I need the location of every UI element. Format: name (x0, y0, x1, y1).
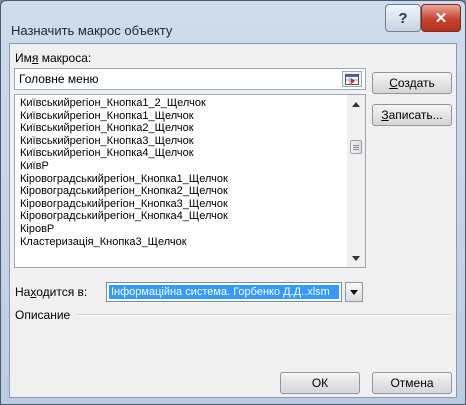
chevron-down-icon (350, 289, 358, 295)
macro-list-item[interactable]: Київськийрегіон_Кнопка2_Щелчок (15, 122, 347, 135)
list-scrollbar[interactable] (347, 95, 365, 267)
title-bar[interactable]: Назначить макрос объекту ? ✕ (1, 1, 465, 43)
macro-list-item[interactable]: Київськийрегіон_Кнопка3_Щелчок (15, 135, 347, 148)
macro-list: Київськийрегіон_Кнопка1_2_Щелчок Київськи… (15, 97, 347, 248)
macros-in-select[interactable]: Інформаційна система. Горбенко Д.Д..xlsm (106, 282, 342, 302)
macro-list-item[interactable]: Кіровоградськийрегіон_Кнопка3_Щелчок (15, 198, 347, 211)
macro-list-item[interactable]: Кіровоградськийрегіон_Кнопка1_Щелчок (15, 173, 347, 186)
ok-button[interactable]: ОК (280, 372, 360, 394)
collapse-dialog-button[interactable] (342, 71, 362, 87)
macro-list-item[interactable]: КиївР (15, 160, 347, 173)
dialog-body: Имя макроса: Головне меню Київськийрегіо… (9, 43, 457, 398)
assign-macro-dialog: Назначить макрос объекту ? ✕ Имя макроса… (0, 0, 466, 405)
description-text (14, 324, 450, 368)
close-icon: ✕ (434, 10, 448, 27)
macro-listbox[interactable]: Київськийрегіон_Кнопка1_2_Щелчок Київськи… (14, 94, 366, 268)
macro-list-item[interactable]: Кіровоградськийрегіон_Кнопка4_Щелчок (15, 210, 347, 223)
cancel-button[interactable]: Отмена (372, 372, 452, 394)
macro-list-item[interactable]: Київськийрегіон_Кнопка1_Щелчок (15, 110, 347, 123)
scroll-down-button[interactable] (347, 249, 365, 267)
create-button[interactable]: Создать (372, 72, 452, 94)
help-button[interactable]: ? (385, 4, 421, 32)
scroll-up-icon (352, 101, 360, 107)
scroll-thumb[interactable] (350, 140, 362, 154)
range-select-icon (345, 73, 359, 85)
macro-list-item[interactable]: Кластеризація_Кнопка3_Щелчок (15, 236, 347, 249)
dialog-title: Назначить макрос объекту (11, 23, 173, 38)
macro-list-item[interactable]: Кіровоградськийрегіон_Кнопка2_Щелчок (15, 185, 347, 198)
description-divider (78, 314, 450, 316)
macros-in-value: Інформаційна система. Горбенко Д.Д..xlsm (109, 285, 339, 299)
close-button[interactable]: ✕ (421, 4, 461, 32)
macro-list-item[interactable]: Київськийрегіон_Кнопка1_2_Щелчок (15, 97, 347, 110)
macro-list-item[interactable]: КіровР (15, 223, 347, 236)
macro-list-item[interactable]: Київськийрегіон_Кнопка4_Щелчок (15, 147, 347, 160)
description-label: Описание (15, 308, 71, 322)
macro-name-input[interactable]: Головне меню (14, 68, 366, 90)
macros-in-dropdown-button[interactable] (345, 282, 363, 302)
record-button[interactable]: Записать... (372, 104, 452, 126)
scroll-down-icon (352, 255, 360, 261)
help-icon: ? (398, 9, 408, 27)
scroll-up-button[interactable] (347, 95, 365, 113)
macros-in-label: Находится в: (15, 285, 88, 299)
macro-name-label: Имя макроса: (15, 51, 92, 65)
